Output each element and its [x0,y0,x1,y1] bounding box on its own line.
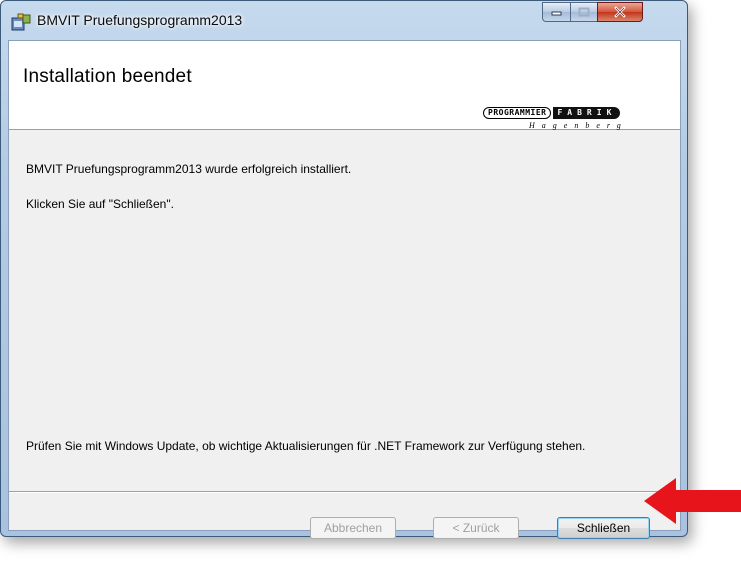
installer-app-icon [11,13,31,31]
title-bar[interactable]: BMVIT Pruefungsprogramm2013 [1,1,687,41]
programmierfabrik-logo: PROGRAMMIER FABRIK Hagenberg [483,107,673,147]
minimize-button[interactable] [542,2,570,22]
page-title: Installation beendet [23,66,192,87]
back-button[interactable]: < Zurück [433,517,519,539]
logo-subtext: Hagenberg [529,121,628,130]
logo-text-right: FABRIK [553,107,621,119]
instruction-message: Klicken Sie auf "Schließen". [26,197,174,211]
caption-buttons [542,2,643,23]
minimize-icon [551,11,561,16]
installer-client-area: Installation beendet PROGRAMMIER FABRIK … [8,40,681,539]
red-arrow-annotation [644,478,741,524]
window-title: BMVIT Pruefungsprogramm2013 [37,12,243,28]
update-message: Prüfen Sie mit Windows Update, ob wichti… [26,439,586,453]
maximize-icon [578,7,590,17]
success-message: BMVIT Pruefungsprogramm2013 wurde erfolg… [26,162,352,176]
maximize-button[interactable] [570,2,597,22]
close-button[interactable]: Schließen [557,517,650,539]
arrow-shape [644,478,741,524]
logo-text-left: PROGRAMMIER [483,107,552,119]
installer-window: BMVIT Pruefungsprogramm2013 Installation… [0,0,688,539]
footer-separator [9,491,680,493]
cancel-button[interactable]: Abbrechen [310,517,396,539]
close-icon [614,6,626,18]
header-banner: Installation beendet PROGRAMMIER FABRIK … [9,41,680,130]
close-window-button[interactable] [597,2,643,22]
